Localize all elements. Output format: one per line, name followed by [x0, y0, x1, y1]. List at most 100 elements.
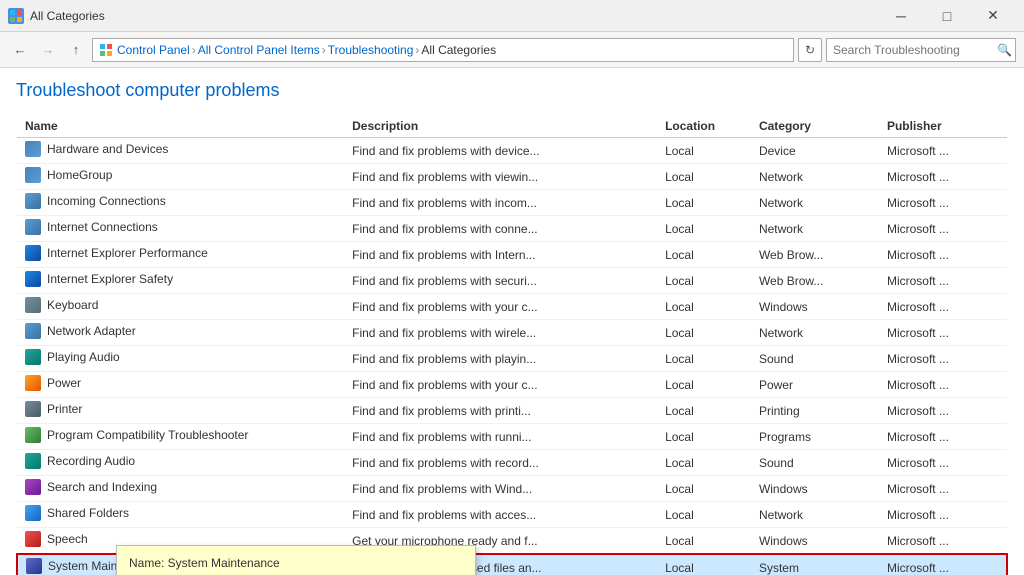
breadcrumb-troubleshooting[interactable]: Troubleshooting	[328, 43, 414, 57]
cell-desc: Find and fix problems with playin...	[344, 346, 657, 372]
title-bar-controls: ─ □ ✕	[878, 0, 1016, 32]
cell-location: Local	[657, 138, 751, 164]
cell-desc: Find and fix problems with Wind...	[344, 476, 657, 502]
row-icon	[25, 505, 41, 521]
cell-category: Windows	[751, 294, 879, 320]
cell-publisher: Microsoft ...	[879, 398, 1007, 424]
cell-desc: Find and fix problems with incom...	[344, 190, 657, 216]
cell-desc: Find and fix problems with securi...	[344, 268, 657, 294]
system-maintenance-tooltip: Name: System Maintenance Description: Fi…	[116, 545, 476, 575]
cell-location: Local	[657, 242, 751, 268]
table-container[interactable]: Name Description Location Category Publi…	[16, 115, 1008, 575]
cell-name: Printer	[17, 398, 344, 424]
table-row[interactable]: Shared FoldersFind and fix problems with…	[17, 502, 1007, 528]
cell-publisher: Microsoft ...	[879, 424, 1007, 450]
cell-desc: Find and fix problems with wirele...	[344, 320, 657, 346]
cell-publisher: Microsoft ...	[879, 138, 1007, 164]
cell-category: Device	[751, 138, 879, 164]
cell-name: Network Adapter	[17, 320, 344, 346]
cell-publisher: Microsoft ...	[879, 242, 1007, 268]
cell-publisher: Microsoft ...	[879, 502, 1007, 528]
row-icon	[25, 297, 41, 313]
row-icon	[25, 219, 41, 235]
cell-location: Local	[657, 216, 751, 242]
breadcrumb-current: All Categories	[421, 43, 496, 57]
cell-category: Power	[751, 372, 879, 398]
title-bar: All Categories ─ □ ✕	[0, 0, 1024, 32]
col-header-desc[interactable]: Description	[344, 115, 657, 138]
cell-category: Printing	[751, 398, 879, 424]
window-title: All Categories	[30, 9, 105, 23]
cell-publisher: Microsoft ...	[879, 528, 1007, 555]
table-row[interactable]: Incoming ConnectionsFind and fix problem…	[17, 190, 1007, 216]
cell-publisher: Microsoft ...	[879, 346, 1007, 372]
table-row[interactable]: Internet ConnectionsFind and fix problem…	[17, 216, 1007, 242]
row-icon	[25, 141, 41, 157]
cell-location: Local	[657, 476, 751, 502]
cell-category: Network	[751, 216, 879, 242]
cell-desc: Find and fix problems with conne...	[344, 216, 657, 242]
close-button[interactable]: ✕	[970, 0, 1016, 32]
cell-category: System	[751, 554, 879, 575]
cell-name: Internet Explorer Performance	[17, 242, 344, 268]
cell-name: Hardware and Devices	[17, 138, 344, 164]
table-row[interactable]: PrinterFind and fix problems with printi…	[17, 398, 1007, 424]
forward-button[interactable]: →	[36, 38, 60, 62]
cell-category: Web Brow...	[751, 268, 879, 294]
cell-location: Local	[657, 398, 751, 424]
breadcrumb-all-items[interactable]: All Control Panel Items	[198, 43, 320, 57]
cell-category: Programs	[751, 424, 879, 450]
cell-name: Incoming Connections	[17, 190, 344, 216]
cell-category: Network	[751, 502, 879, 528]
search-button[interactable]: 🔍	[994, 39, 1015, 61]
cell-category: Windows	[751, 528, 879, 555]
cell-name: Program Compatibility Troubleshooter	[17, 424, 344, 450]
cell-location: Local	[657, 450, 751, 476]
table-row[interactable]: Program Compatibility TroubleshooterFind…	[17, 424, 1007, 450]
table-header-row: Name Description Location Category Publi…	[17, 115, 1007, 138]
table-row[interactable]: Internet Explorer SafetyFind and fix pro…	[17, 268, 1007, 294]
col-header-name[interactable]: Name	[17, 115, 344, 138]
up-button[interactable]: ↑	[64, 38, 88, 62]
table-row[interactable]: PowerFind and fix problems with your c..…	[17, 372, 1007, 398]
cell-desc: Find and fix problems with device...	[344, 138, 657, 164]
cell-name: Internet Connections	[17, 216, 344, 242]
table-row[interactable]: Playing AudioFind and fix problems with …	[17, 346, 1007, 372]
cell-publisher: Microsoft ...	[879, 554, 1007, 575]
cell-desc: Find and fix problems with your c...	[344, 294, 657, 320]
table-row[interactable]: Search and IndexingFind and fix problems…	[17, 476, 1007, 502]
cell-category: Network	[751, 164, 879, 190]
cell-publisher: Microsoft ...	[879, 372, 1007, 398]
table-row[interactable]: KeyboardFind and fix problems with your …	[17, 294, 1007, 320]
minimize-button[interactable]: ─	[878, 0, 924, 32]
cell-category: Network	[751, 320, 879, 346]
table-row[interactable]: HomeGroupFind and fix problems with view…	[17, 164, 1007, 190]
cell-publisher: Microsoft ...	[879, 216, 1007, 242]
table-row[interactable]: Network AdapterFind and fix problems wit…	[17, 320, 1007, 346]
address-bar: ← → ↑ Control Panel › All Control Panel …	[0, 32, 1024, 68]
cell-publisher: Microsoft ...	[879, 450, 1007, 476]
table-row[interactable]: Hardware and DevicesFind and fix problem…	[17, 138, 1007, 164]
back-button[interactable]: ←	[8, 38, 32, 62]
col-header-location[interactable]: Location	[657, 115, 751, 138]
breadcrumb-control-panel[interactable]: Control Panel	[117, 43, 190, 57]
row-icon	[25, 167, 41, 183]
cell-location: Local	[657, 320, 751, 346]
table-row[interactable]: Recording AudioFind and fix problems wit…	[17, 450, 1007, 476]
row-icon	[25, 323, 41, 339]
cell-category: Web Brow...	[751, 242, 879, 268]
cell-name: Power	[17, 372, 344, 398]
row-icon	[25, 453, 41, 469]
cell-publisher: Microsoft ...	[879, 164, 1007, 190]
cell-location: Local	[657, 528, 751, 555]
cell-publisher: Microsoft ...	[879, 294, 1007, 320]
table-row[interactable]: Internet Explorer PerformanceFind and fi…	[17, 242, 1007, 268]
col-header-publisher[interactable]: Publisher	[879, 115, 1007, 138]
search-input[interactable]	[827, 39, 994, 61]
maximize-button[interactable]: □	[924, 0, 970, 32]
row-icon	[25, 401, 41, 417]
refresh-button[interactable]: ↻	[798, 38, 822, 62]
cell-category: Sound	[751, 346, 879, 372]
col-header-category[interactable]: Category	[751, 115, 879, 138]
cell-location: Local	[657, 372, 751, 398]
